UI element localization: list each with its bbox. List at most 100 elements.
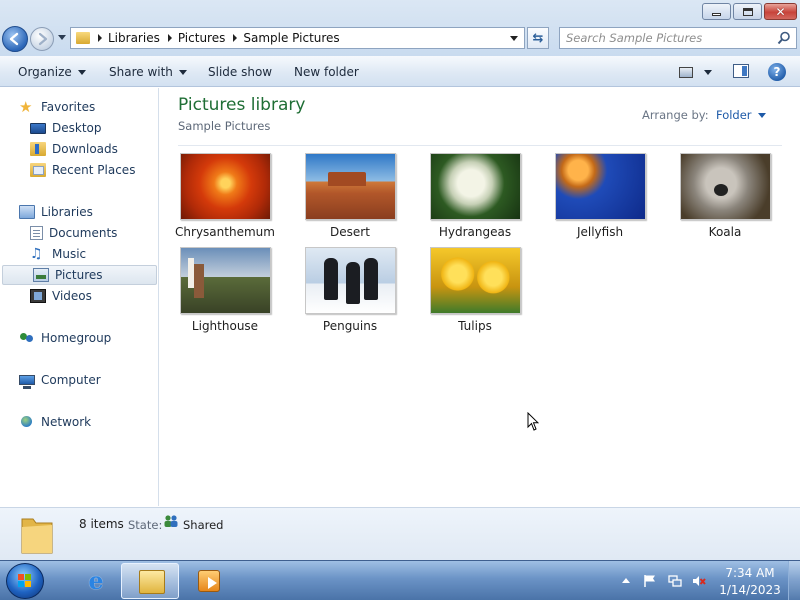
- chevron-right-icon[interactable]: [167, 34, 172, 42]
- chevron-down-icon: [178, 70, 187, 75]
- windows-explorer-icon: [139, 570, 165, 594]
- picture-item-lighthouse[interactable]: Lighthouse: [173, 247, 277, 339]
- start-button[interactable]: [6, 563, 44, 599]
- slide-show-button[interactable]: Slide show: [208, 65, 272, 79]
- picture-item-chrysanthemum[interactable]: Chrysanthemum: [173, 153, 277, 245]
- breadcrumb-sample-pictures[interactable]: Sample Pictures: [243, 31, 339, 45]
- preview-pane-icon[interactable]: [733, 64, 749, 78]
- star-icon: ★: [19, 98, 33, 116]
- sidebar-item-downloads[interactable]: Downloads: [0, 139, 157, 159]
- view-options-dropdown[interactable]: [704, 70, 712, 75]
- share-with-menu[interactable]: Share with: [109, 65, 187, 79]
- taskbar: e 7:34 AM 1/14/2023: [0, 560, 800, 600]
- organize-label: Organize: [18, 65, 72, 79]
- thumbnail-image: [305, 153, 396, 220]
- folder-icon: [21, 518, 53, 554]
- library-subtitle: Sample Pictures: [178, 119, 271, 133]
- sidebar-item-recent-places[interactable]: Recent Places: [0, 160, 157, 180]
- show-hidden-icons-button[interactable]: [622, 578, 630, 583]
- arrange-by-dropdown[interactable]: Folder: [716, 108, 766, 122]
- picture-item-tulips[interactable]: Tulips: [423, 247, 527, 339]
- arrange-by-label: Arrange by:: [642, 108, 709, 122]
- refresh-button[interactable]: ⇆: [527, 27, 549, 49]
- help-icon[interactable]: ?: [768, 63, 786, 81]
- picture-item-desert[interactable]: Desert: [298, 153, 402, 245]
- sidebar-item-label: Recent Places: [52, 163, 136, 177]
- chevron-right-icon[interactable]: [233, 34, 238, 42]
- internet-explorer-icon: e: [88, 566, 104, 595]
- sidebar-item-favorites[interactable]: ★ Favorites: [0, 97, 157, 117]
- thumbnail-image: [430, 153, 521, 220]
- thumbnail-image: [430, 247, 521, 314]
- forward-button[interactable]: [30, 27, 54, 51]
- taskbar-media-player[interactable]: [180, 563, 238, 599]
- sidebar-item-libraries[interactable]: Libraries: [0, 202, 157, 222]
- folder-icon: [76, 32, 90, 44]
- file-list-area[interactable]: Pictures library Sample Pictures Arrange…: [160, 88, 800, 506]
- arrange-by-value: Folder: [716, 108, 752, 122]
- state-label: State:: [128, 518, 163, 532]
- windows-logo-icon: [18, 574, 31, 587]
- picture-label: Hydrangeas: [438, 225, 512, 239]
- sidebar-item-videos[interactable]: Videos: [0, 286, 157, 306]
- search-box[interactable]: [559, 27, 797, 49]
- action-center-flag-icon[interactable]: [643, 574, 657, 588]
- back-arrow-icon: [9, 32, 19, 46]
- clock-date[interactable]: 1/14/2023: [718, 583, 782, 597]
- details-pane: 8 items State: Shared: [0, 507, 800, 560]
- taskbar-windows-explorer[interactable]: [121, 563, 179, 599]
- new-folder-button[interactable]: New folder: [294, 65, 359, 79]
- breadcrumb-pictures[interactable]: Pictures: [178, 31, 226, 45]
- music-icon: ♫: [30, 246, 43, 262]
- sidebar-item-documents[interactable]: Documents: [0, 223, 157, 243]
- picture-item-penguins[interactable]: Penguins: [298, 247, 402, 339]
- address-history-dropdown[interactable]: [510, 36, 518, 41]
- address-bar[interactable]: Libraries Pictures Sample Pictures: [70, 27, 525, 49]
- search-icon[interactable]: [777, 31, 791, 45]
- libraries-icon: [19, 205, 35, 219]
- sidebar-item-pictures[interactable]: Pictures: [2, 265, 157, 285]
- thumbnail-image: [555, 153, 646, 220]
- sidebar-item-homegroup[interactable]: Homegroup: [0, 328, 157, 348]
- sidebar-item-network[interactable]: Network: [0, 412, 157, 432]
- recent-pages-dropdown[interactable]: [58, 35, 66, 40]
- close-button[interactable]: ✕: [764, 3, 797, 20]
- recent-places-icon: [30, 163, 46, 177]
- picture-label: Penguins: [322, 319, 378, 333]
- divider: [178, 145, 782, 146]
- forward-arrow-icon: [38, 32, 48, 46]
- change-view-icon[interactable]: [679, 67, 693, 78]
- network-icon: [19, 415, 35, 429]
- picture-item-koala[interactable]: Koala: [673, 153, 777, 245]
- picture-item-hydrangeas[interactable]: Hydrangeas: [423, 153, 527, 245]
- restore-button[interactable]: [733, 3, 762, 20]
- breadcrumb-libraries[interactable]: Libraries: [108, 31, 160, 45]
- search-input[interactable]: [566, 31, 766, 45]
- clock-time[interactable]: 7:34 AM: [722, 566, 778, 580]
- organize-menu[interactable]: Organize: [18, 65, 86, 79]
- mouse-cursor-icon: [527, 412, 539, 431]
- sidebar-item-computer[interactable]: Computer: [0, 370, 157, 390]
- chevron-right-icon[interactable]: [98, 34, 102, 42]
- network-status-icon[interactable]: [668, 574, 682, 588]
- item-count: 8 items: [79, 517, 124, 531]
- sidebar-item-desktop[interactable]: Desktop: [0, 118, 157, 138]
- back-button[interactable]: [2, 26, 28, 52]
- picture-label: Chrysanthemum: [175, 225, 275, 239]
- thumbnail-image: [180, 153, 271, 220]
- documents-icon: [30, 226, 43, 240]
- show-desktop-button[interactable]: [788, 561, 800, 600]
- restore-icon: [742, 7, 753, 16]
- picture-item-jellyfish[interactable]: Jellyfish: [548, 153, 652, 245]
- homegroup-icon: [19, 331, 35, 345]
- sidebar-item-label: Music: [52, 247, 87, 261]
- volume-muted-icon[interactable]: [692, 574, 706, 588]
- sidebar-item-music[interactable]: ♫ Music: [0, 244, 157, 264]
- downloads-icon: [30, 142, 46, 156]
- media-player-icon: [198, 570, 220, 592]
- minimize-button[interactable]: [702, 3, 731, 20]
- state-value: Shared: [183, 518, 224, 532]
- library-title: Pictures library: [178, 95, 306, 115]
- taskbar-internet-explorer[interactable]: e: [66, 563, 124, 599]
- picture-label: Lighthouse: [191, 319, 259, 333]
